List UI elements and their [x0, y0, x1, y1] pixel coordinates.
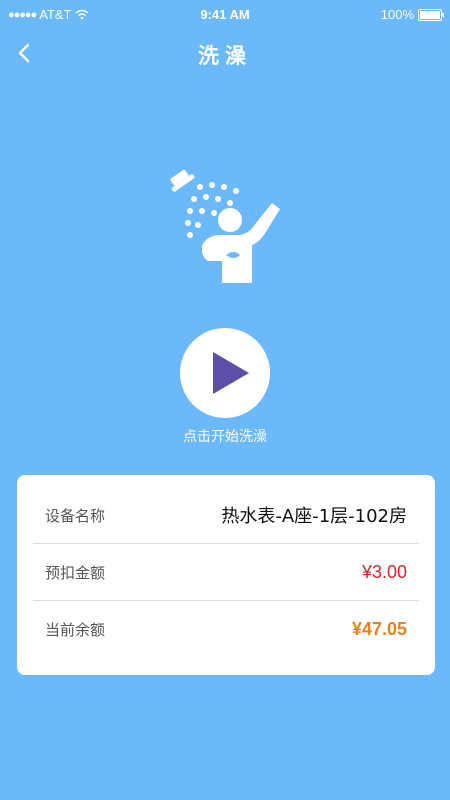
play-icon: [213, 352, 249, 394]
balance-row: 当前余额 ¥47.05: [33, 601, 419, 657]
nav-bar: 洗澡: [0, 30, 450, 78]
battery-icon: [418, 8, 444, 21]
battery-percent: 100%: [380, 7, 414, 22]
deduct-amount-value: ¥3.00: [361, 561, 407, 582]
device-name-label: 设备名称: [45, 506, 106, 525]
shower-person-icon: [160, 165, 290, 295]
battery-level: [420, 10, 440, 19]
info-card: 设备名称 热水表-A座-1层-102房 预扣金额 ¥3.00 当前余额 ¥47.…: [17, 475, 435, 675]
deduct-amount-row: 预扣金额 ¥3.00: [33, 544, 419, 601]
deduct-amount-label: 预扣金额: [45, 563, 106, 582]
status-right: 100%: [380, 7, 444, 22]
start-shower-button[interactable]: [180, 328, 270, 418]
balance-label: 当前余额: [45, 620, 106, 639]
status-bar: ●●●●● AT&T 9:41 AM 100%: [0, 0, 450, 30]
page-title: 洗澡: [198, 44, 252, 68]
device-name-row: 设备名称 热水表-A座-1层-102房: [33, 487, 419, 544]
device-name-value: 热水表-A座-1层-102房: [221, 506, 407, 527]
balance-value: ¥47.05: [351, 618, 407, 639]
start-hint: 点击开始洗澡: [183, 429, 267, 445]
